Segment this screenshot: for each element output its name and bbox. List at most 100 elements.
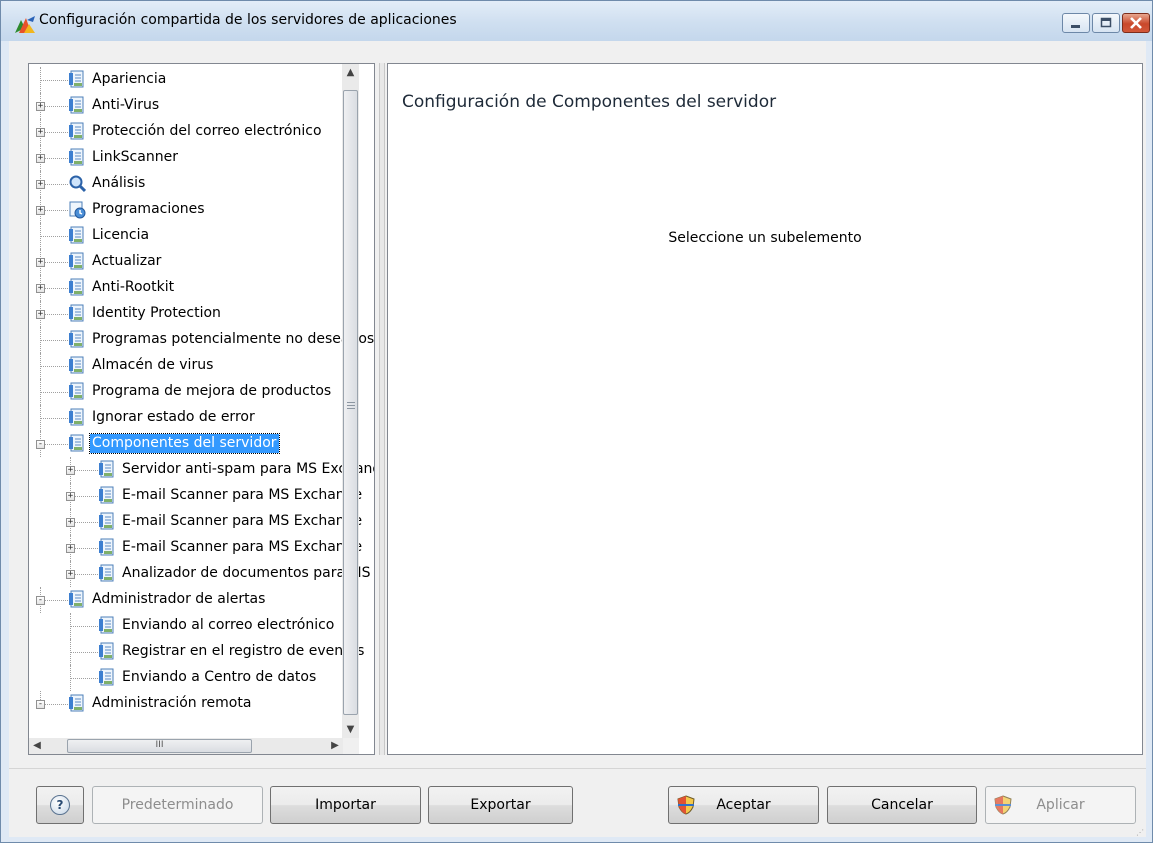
expand-icon[interactable]: +	[36, 206, 45, 215]
scrollbar-corner	[343, 738, 359, 754]
tree-item[interactable]: + E-mail Scanner para MS Exchange	[29, 483, 369, 509]
settings-page-icon	[68, 252, 86, 271]
tree-item-label: LinkScanner	[92, 149, 178, 165]
tree-item[interactable]: - Administración remota	[29, 691, 369, 717]
minimize-icon	[1071, 25, 1080, 28]
collapse-icon[interactable]: -	[36, 596, 45, 605]
scroll-right-arrow-icon[interactable]: ▶	[327, 738, 343, 754]
settings-page-icon	[98, 460, 116, 479]
tree-item[interactable]: + Analizador de documentos para MS ShareP…	[29, 561, 374, 587]
import-button[interactable]: Importar	[270, 786, 421, 824]
settings-page-icon	[98, 564, 116, 583]
close-button[interactable]	[1122, 13, 1150, 33]
export-button[interactable]: Exportar	[428, 786, 573, 824]
tree-item-label: Administración remota	[92, 695, 252, 711]
tree-item[interactable]: Licencia	[29, 223, 369, 249]
tree-item[interactable]: Ignorar estado de error	[29, 405, 369, 431]
tree-item[interactable]: + Identity Protection	[29, 301, 369, 327]
expand-icon[interactable]: +	[36, 154, 45, 163]
settings-page-icon	[68, 356, 86, 375]
tree-item[interactable]: + Anti-Rootkit	[29, 275, 369, 301]
content-title: Configuración de Componentes del servido…	[402, 92, 777, 112]
accept-button[interactable]: Aceptar	[668, 786, 819, 824]
settings-page-icon	[68, 96, 86, 115]
expand-icon[interactable]: +	[36, 310, 45, 319]
settings-page-icon	[68, 278, 86, 297]
default-button[interactable]: Predeterminado	[92, 786, 263, 824]
tree-item-label: Análisis	[92, 175, 146, 191]
tree-item[interactable]: - Componentes del servidor	[29, 431, 369, 457]
tree-item[interactable]: + Programaciones	[29, 197, 369, 223]
maximize-icon	[1100, 17, 1112, 28]
expand-icon[interactable]: +	[36, 102, 45, 111]
settings-page-icon	[68, 330, 86, 349]
settings-tree[interactable]: Apariencia + Anti-Virus + Protección del cor…	[28, 63, 375, 755]
grip-line	[347, 405, 355, 406]
tree-item[interactable]: Registrar en el registro de eventos	[29, 639, 369, 665]
tree-vertical-scrollbar[interactable]: ▲ ▼	[342, 64, 359, 738]
settings-page-icon	[98, 538, 116, 557]
expand-icon[interactable]: +	[66, 518, 75, 527]
tree-item-label: E-mail Scanner para MS Exchange	[122, 487, 363, 503]
tree-item-label: Enviando a Centro de datos	[122, 669, 317, 685]
tree-item-label: Ignorar estado de error	[92, 409, 255, 425]
maximize-button[interactable]	[1092, 13, 1120, 33]
tree-item[interactable]: + Análisis	[29, 171, 369, 197]
settings-page-icon	[68, 694, 86, 713]
scroll-down-arrow-icon[interactable]: ▼	[342, 721, 359, 738]
minimize-button[interactable]	[1062, 13, 1090, 33]
tree-item[interactable]: Enviando al correo electrónico	[29, 613, 369, 639]
tree-item[interactable]: Apariencia	[29, 67, 369, 93]
expand-icon[interactable]: +	[66, 544, 75, 553]
expand-icon[interactable]: +	[36, 258, 45, 267]
expand-icon[interactable]: +	[66, 466, 75, 475]
tree-item[interactable]: Almacén de virus	[29, 353, 369, 379]
tree-item-label: Enviando al correo electrónico	[122, 617, 335, 633]
schedule-icon	[68, 200, 86, 219]
vertical-scroll-thumb[interactable]	[343, 90, 358, 715]
resize-grip-icon[interactable]: ⋰	[1136, 828, 1148, 840]
panel-splitter[interactable]	[379, 63, 385, 755]
tree-item[interactable]: Programas potencialmente no deseados	[29, 327, 374, 353]
tree-item[interactable]: Enviando a Centro de datos	[29, 665, 369, 691]
grip-line	[347, 408, 355, 409]
tree-item[interactable]: + Protección del correo electrónico	[29, 119, 369, 145]
apply-button[interactable]: Aplicar	[985, 786, 1136, 824]
collapse-icon[interactable]: -	[36, 700, 45, 709]
tree-item-label: Almacén de virus	[92, 357, 214, 373]
cancel-button[interactable]: Cancelar	[827, 786, 977, 824]
help-icon: ?	[50, 795, 70, 815]
tree-item-label: Identity Protection	[92, 305, 221, 321]
expand-icon[interactable]: +	[36, 284, 45, 293]
tree-item-label: Programa de mejora de productos	[92, 383, 332, 399]
select-subitem-message: Seleccione un subelemento	[668, 230, 862, 246]
expand-icon[interactable]: +	[66, 492, 75, 501]
expand-icon[interactable]: +	[66, 570, 75, 579]
tree-item[interactable]: + Anti-Virus	[29, 93, 369, 119]
tree-horizontal-scrollbar[interactable]: ◀ III ▶	[29, 738, 343, 754]
horizontal-scroll-thumb[interactable]: III	[67, 739, 252, 753]
expand-icon[interactable]: +	[36, 180, 45, 189]
scroll-up-arrow-icon[interactable]: ▲	[342, 64, 359, 81]
window-title: Configuración compartida de los servidor…	[39, 12, 457, 28]
tree-item[interactable]: + E-mail Scanner para MS Exchange	[29, 509, 369, 535]
tree-item[interactable]: + Servidor anti-spam para MS Exchange	[29, 457, 374, 483]
tree-item[interactable]: + Actualizar	[29, 249, 369, 275]
expand-icon[interactable]: +	[36, 128, 45, 137]
tree-item[interactable]: - Administrador de alertas	[29, 587, 369, 613]
tree-item[interactable]: + E-mail Scanner para MS Exchange	[29, 535, 369, 561]
settings-page-icon	[98, 668, 116, 687]
title-bar[interactable]: Configuración compartida de los servidor…	[1, 1, 1152, 41]
tree-item-label: Programas potencialmente no deseados	[92, 331, 375, 347]
collapse-icon[interactable]: -	[36, 440, 45, 449]
tree-item[interactable]: Programa de mejora de productos	[29, 379, 369, 405]
settings-page-icon	[68, 408, 86, 427]
settings-page-icon	[68, 122, 86, 141]
content-panel: Configuración de Componentes del servido…	[387, 63, 1143, 755]
help-button[interactable]: ?	[36, 786, 84, 824]
tree-item-label: Protección del correo electrónico	[92, 123, 322, 139]
tree-item[interactable]: + LinkScanner	[29, 145, 369, 171]
tree-item-label: Registrar en el registro de eventos	[122, 643, 365, 659]
scroll-left-arrow-icon[interactable]: ◀	[29, 738, 45, 754]
tree-item-label: Actualizar	[92, 253, 162, 269]
